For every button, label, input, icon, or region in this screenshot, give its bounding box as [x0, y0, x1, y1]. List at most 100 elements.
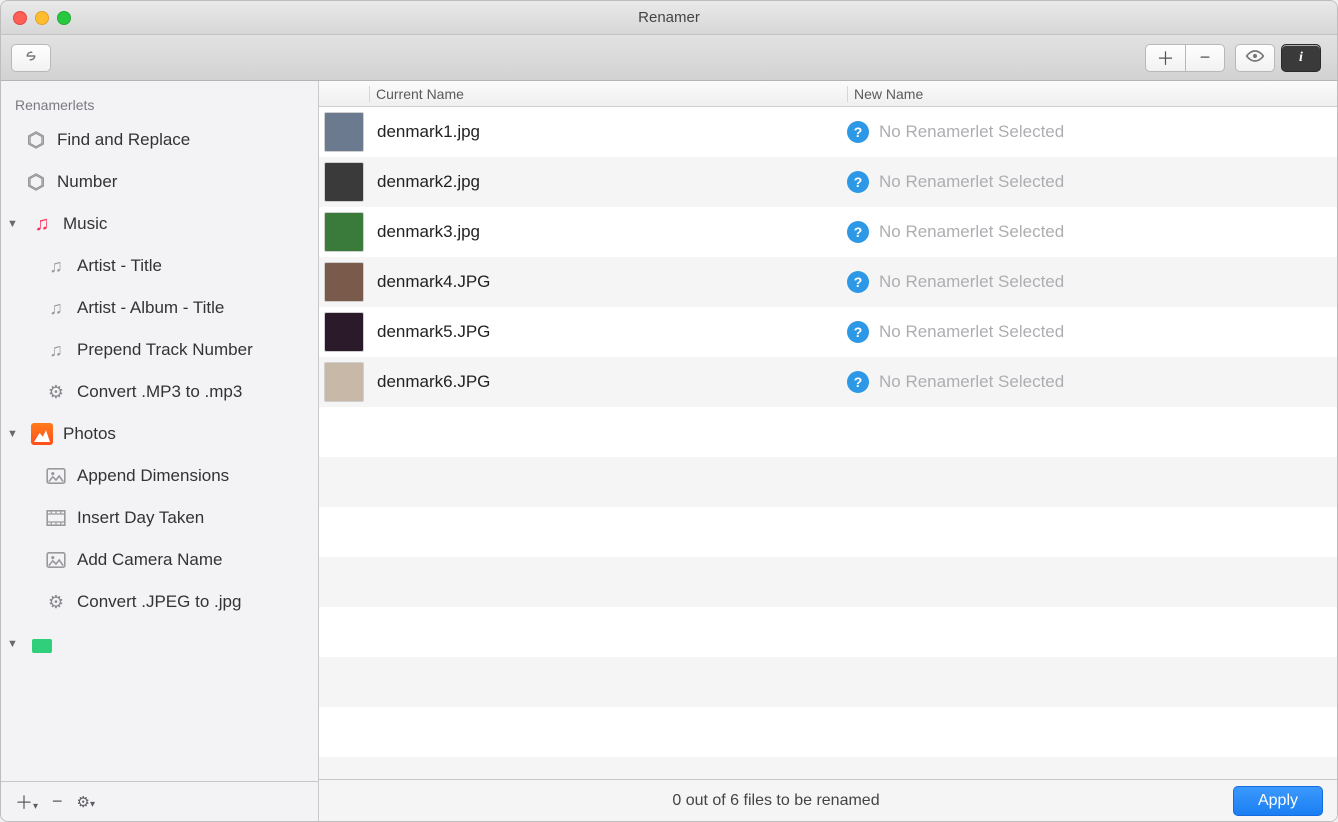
window-title: Renamer [1, 9, 1337, 26]
footer-bar: 0 out of 6 files to be renamed Apply [319, 779, 1337, 821]
empty-row [319, 657, 1337, 707]
status-text: 0 out of 6 files to be renamed [333, 792, 1219, 810]
column-headers: Current Name New Name [319, 81, 1337, 107]
sidebar-group-photos[interactable]: ▼ Photos [1, 413, 318, 455]
toolbar: ＋ − i [1, 35, 1337, 81]
new-name-cell: ?No Renamerlet Selected [847, 371, 1337, 393]
info-icon: i [1299, 50, 1303, 66]
info-button[interactable]: i [1281, 44, 1321, 72]
file-thumbnail [324, 212, 364, 252]
new-name-cell: ?No Renamerlet Selected [847, 221, 1337, 243]
current-name-cell: denmark6.JPG [369, 372, 847, 392]
sidebar-item[interactable]: Add Camera Name [1, 539, 318, 581]
sidebar: Renamerlets Find and ReplaceNumber▼♫Musi… [1, 81, 319, 821]
question-icon: ? [847, 121, 869, 143]
sidebar-item-label: Find and Replace [57, 130, 190, 150]
titlebar: Renamer [1, 1, 1337, 35]
question-icon: ? [847, 371, 869, 393]
table-row[interactable]: denmark6.JPG?No Renamerlet Selected [319, 357, 1337, 407]
question-icon: ? [847, 321, 869, 343]
disclosure-triangle-icon[interactable]: ▼ [7, 638, 17, 650]
new-name-cell: ? No Renamerlet Selected [847, 271, 1337, 293]
new-name-cell: ? No Renamerlet Selected [847, 121, 1337, 143]
sidebar-footer: ＋▾ − ⚙▾ [1, 781, 318, 821]
sidebar-item[interactable]: ⚙ Convert .MP3 to .mp3 [1, 371, 318, 413]
add-file-button[interactable]: ＋ [1145, 44, 1185, 72]
new-name-cell: ?No Renamerlet Selected [847, 321, 1337, 343]
new-name-cell: ? No Renamerlet Selected [847, 171, 1337, 193]
sidebar-action-button[interactable]: ⚙▾ [77, 793, 95, 811]
app-window: Renamer ＋ − i [0, 0, 1338, 822]
sidebar-item-label: Artist - Album - Title [77, 298, 224, 318]
empty-row [319, 707, 1337, 757]
new-name-message: No Renamerlet Selected [879, 172, 1064, 192]
new-name-message: No Renamerlet Selected [879, 122, 1064, 142]
sidebar-item-label: Number [57, 172, 117, 192]
archive-icon [31, 633, 53, 655]
preview-button[interactable] [1235, 44, 1275, 72]
question-icon: ? [847, 171, 869, 193]
col-current-name[interactable]: Current Name [369, 86, 847, 102]
apply-button[interactable]: Apply [1233, 786, 1323, 816]
note-icon: ♫ [45, 339, 67, 361]
new-name-message: No Renamerlet Selected [879, 272, 1064, 292]
sidebar-item[interactable]: Find and Replace [1, 119, 318, 161]
empty-row [319, 557, 1337, 607]
current-name-cell: denmark2.jpg [369, 172, 847, 192]
disclosure-triangle-icon[interactable]: ▼ [7, 428, 17, 440]
link-icon [22, 49, 40, 66]
sidebar-add-button[interactable]: ＋▾ [15, 789, 38, 815]
table-row[interactable]: denmark1.jpg? No Renamerlet Selected [319, 107, 1337, 157]
empty-row [319, 507, 1337, 557]
file-thumbnail [324, 112, 364, 152]
table-row[interactable]: denmark2.jpg? No Renamerlet Selected [319, 157, 1337, 207]
empty-row [319, 457, 1337, 507]
file-thumbnail [324, 262, 364, 302]
file-list-pane: Current Name New Name denmark1.jpg? No Re… [319, 81, 1337, 821]
sidebar-item[interactable]: Append Dimensions [1, 455, 318, 497]
note-icon: ♫ [45, 255, 67, 277]
cube-icon [25, 129, 47, 151]
table-row[interactable]: denmark5.JPG?No Renamerlet Selected [319, 307, 1337, 357]
col-new-name[interactable]: New Name [847, 86, 1337, 102]
empty-row [319, 607, 1337, 657]
file-rows[interactable]: denmark1.jpg?No Renamerlet Selecteddenma… [319, 107, 1337, 779]
current-name-cell: denmark1.jpg [369, 122, 847, 142]
sidebar-group-[interactable]: ▼ [1, 623, 318, 665]
link-button[interactable] [11, 44, 51, 72]
sidebar-item-label: Prepend Track Number [77, 340, 253, 360]
table-row[interactable]: denmark4.JPG? No Renamerlet Selected [319, 257, 1337, 307]
sidebar-item[interactable]: Number [1, 161, 318, 203]
sidebar-item-label: Artist - Title [77, 256, 162, 276]
empty-row [319, 757, 1337, 779]
sidebar-item-label: Add Camera Name [77, 550, 223, 570]
sidebar-item[interactable]: ♫ Artist - Title [1, 245, 318, 287]
body-split: Renamerlets Find and ReplaceNumber▼♫Musi… [1, 81, 1337, 821]
current-name-cell: denmark4.JPG [369, 272, 847, 292]
sidebar-remove-button[interactable]: − [52, 791, 63, 812]
file-thumbnail [324, 362, 364, 402]
sidebar-item-label: Music [63, 214, 107, 234]
sidebar-item-label: Convert .MP3 to .mp3 [77, 382, 242, 402]
plus-icon: ＋ [1157, 45, 1175, 71]
sidebar-item-label: Append Dimensions [77, 466, 229, 486]
photo-icon [31, 423, 53, 445]
current-name-cell: denmark3.jpg [369, 222, 847, 242]
sidebar-group-music[interactable]: ▼♫Music [1, 203, 318, 245]
sidebar-item[interactable]: ⚙Convert .JPEG to .jpg [1, 581, 318, 623]
question-icon: ? [847, 271, 869, 293]
sidebar-item[interactable]: ♫Artist - Album - Title [1, 287, 318, 329]
current-name-cell: denmark5.JPG [369, 322, 847, 342]
sidebar-scroll[interactable]: Renamerlets Find and ReplaceNumber▼♫Musi… [1, 81, 318, 781]
disclosure-triangle-icon[interactable]: ▼ [7, 218, 17, 230]
gear-icon: ⚙ [45, 591, 67, 613]
remove-file-button[interactable]: − [1185, 44, 1225, 72]
table-row[interactable]: denmark3.jpg?No Renamerlet Selected [319, 207, 1337, 257]
sidebar-item-label: Photos [63, 424, 116, 444]
file-thumbnail [324, 162, 364, 202]
sidebar-item[interactable]: Insert Day Taken [1, 497, 318, 539]
film-icon [45, 507, 67, 529]
gear-icon: ⚙ [45, 381, 67, 403]
sidebar-header: Renamerlets [1, 87, 318, 119]
sidebar-item[interactable]: ♫ Prepend Track Number [1, 329, 318, 371]
